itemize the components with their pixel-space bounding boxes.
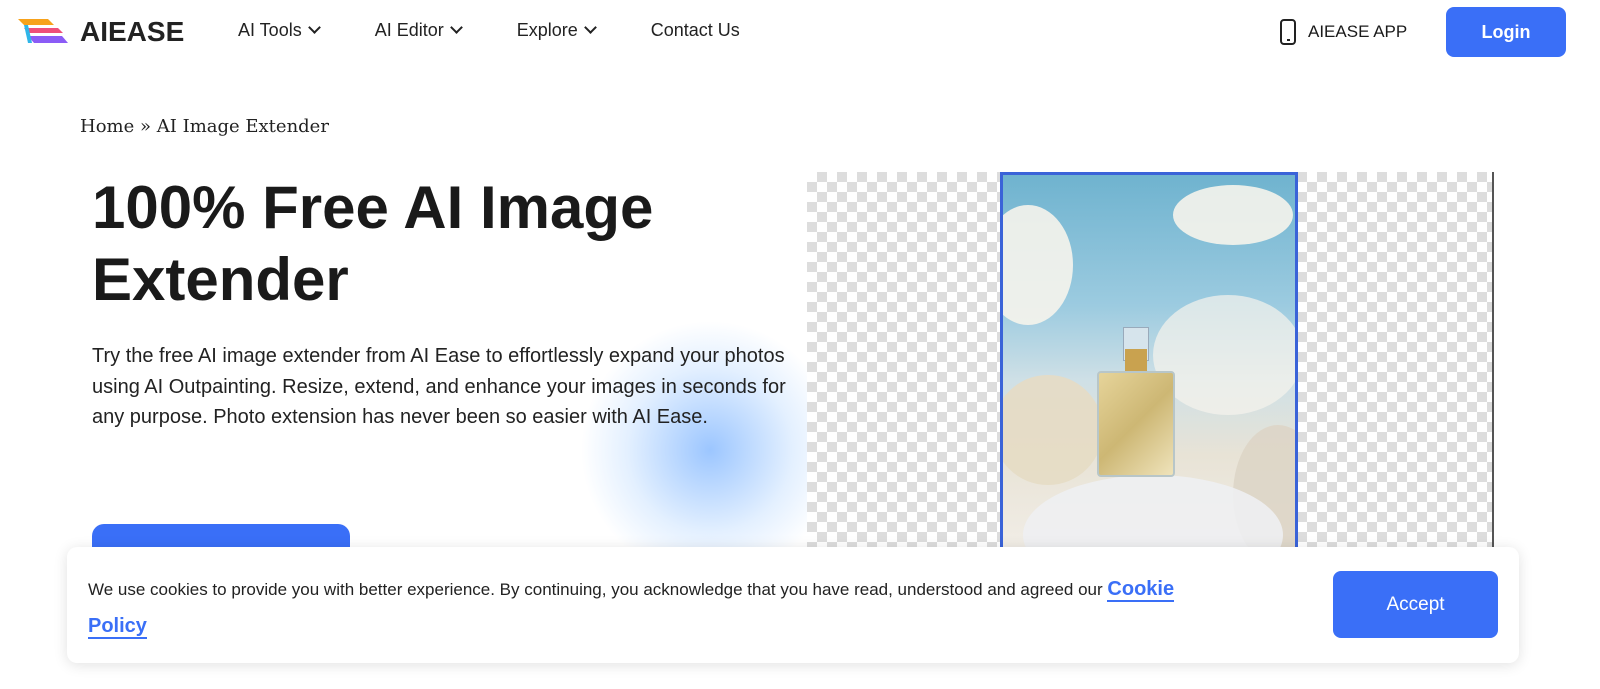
breadcrumb-current: AI Image Extender <box>156 116 329 137</box>
login-button[interactable]: Login <box>1446 7 1566 57</box>
hero-description: Try the free AI image extender from AI E… <box>92 345 786 428</box>
logo[interactable]: AIEASE <box>18 16 184 48</box>
cookie-banner: We use cookies to provide you with bette… <box>67 547 1519 663</box>
phone-icon <box>1280 19 1296 45</box>
nav-label: AI Tools <box>238 20 302 40</box>
brand-name: AIEASE <box>80 16 185 47</box>
breadcrumb-separator: » <box>140 116 152 137</box>
breadcrumb-home[interactable]: Home <box>80 116 134 137</box>
top-nav: AIEASE AI Tools AI Editor Explore Contac… <box>0 0 1600 64</box>
perfume-bottle <box>1097 327 1175 477</box>
nav-label: Explore <box>516 20 578 40</box>
nav-explore[interactable]: Explore <box>516 20 597 41</box>
page-title: 100% Free AI Image Extender <box>92 174 654 313</box>
chevron-down-icon <box>307 21 321 34</box>
cookie-text: We use cookies to provide you with bette… <box>88 580 1103 599</box>
image-extender-preview <box>807 172 1494 552</box>
crop-handle[interactable] <box>1000 172 1020 192</box>
nav-ai-tools[interactable]: AI Tools <box>238 20 321 41</box>
app-label: AIEASE APP <box>1308 22 1408 41</box>
cookie-message: We use cookies to provide you with bette… <box>88 571 1218 645</box>
chevron-down-icon <box>449 21 463 34</box>
perfume-photo <box>1000 172 1298 552</box>
chevron-down-icon <box>583 21 597 34</box>
app-download-link[interactable]: AIEASE APP <box>1280 19 1407 45</box>
breadcrumb: Home » AI Image Extender <box>80 116 329 137</box>
nav-label: AI Editor <box>374 20 444 40</box>
nav-label: Contact Us <box>650 20 740 40</box>
crop-handle[interactable] <box>1278 172 1298 192</box>
nav-ai-editor[interactable]: AI Editor <box>374 20 463 41</box>
logo-icon <box>18 19 68 43</box>
accept-cookies-button[interactable]: Accept <box>1333 571 1498 638</box>
nav-contact-us[interactable]: Contact Us <box>651 20 740 41</box>
